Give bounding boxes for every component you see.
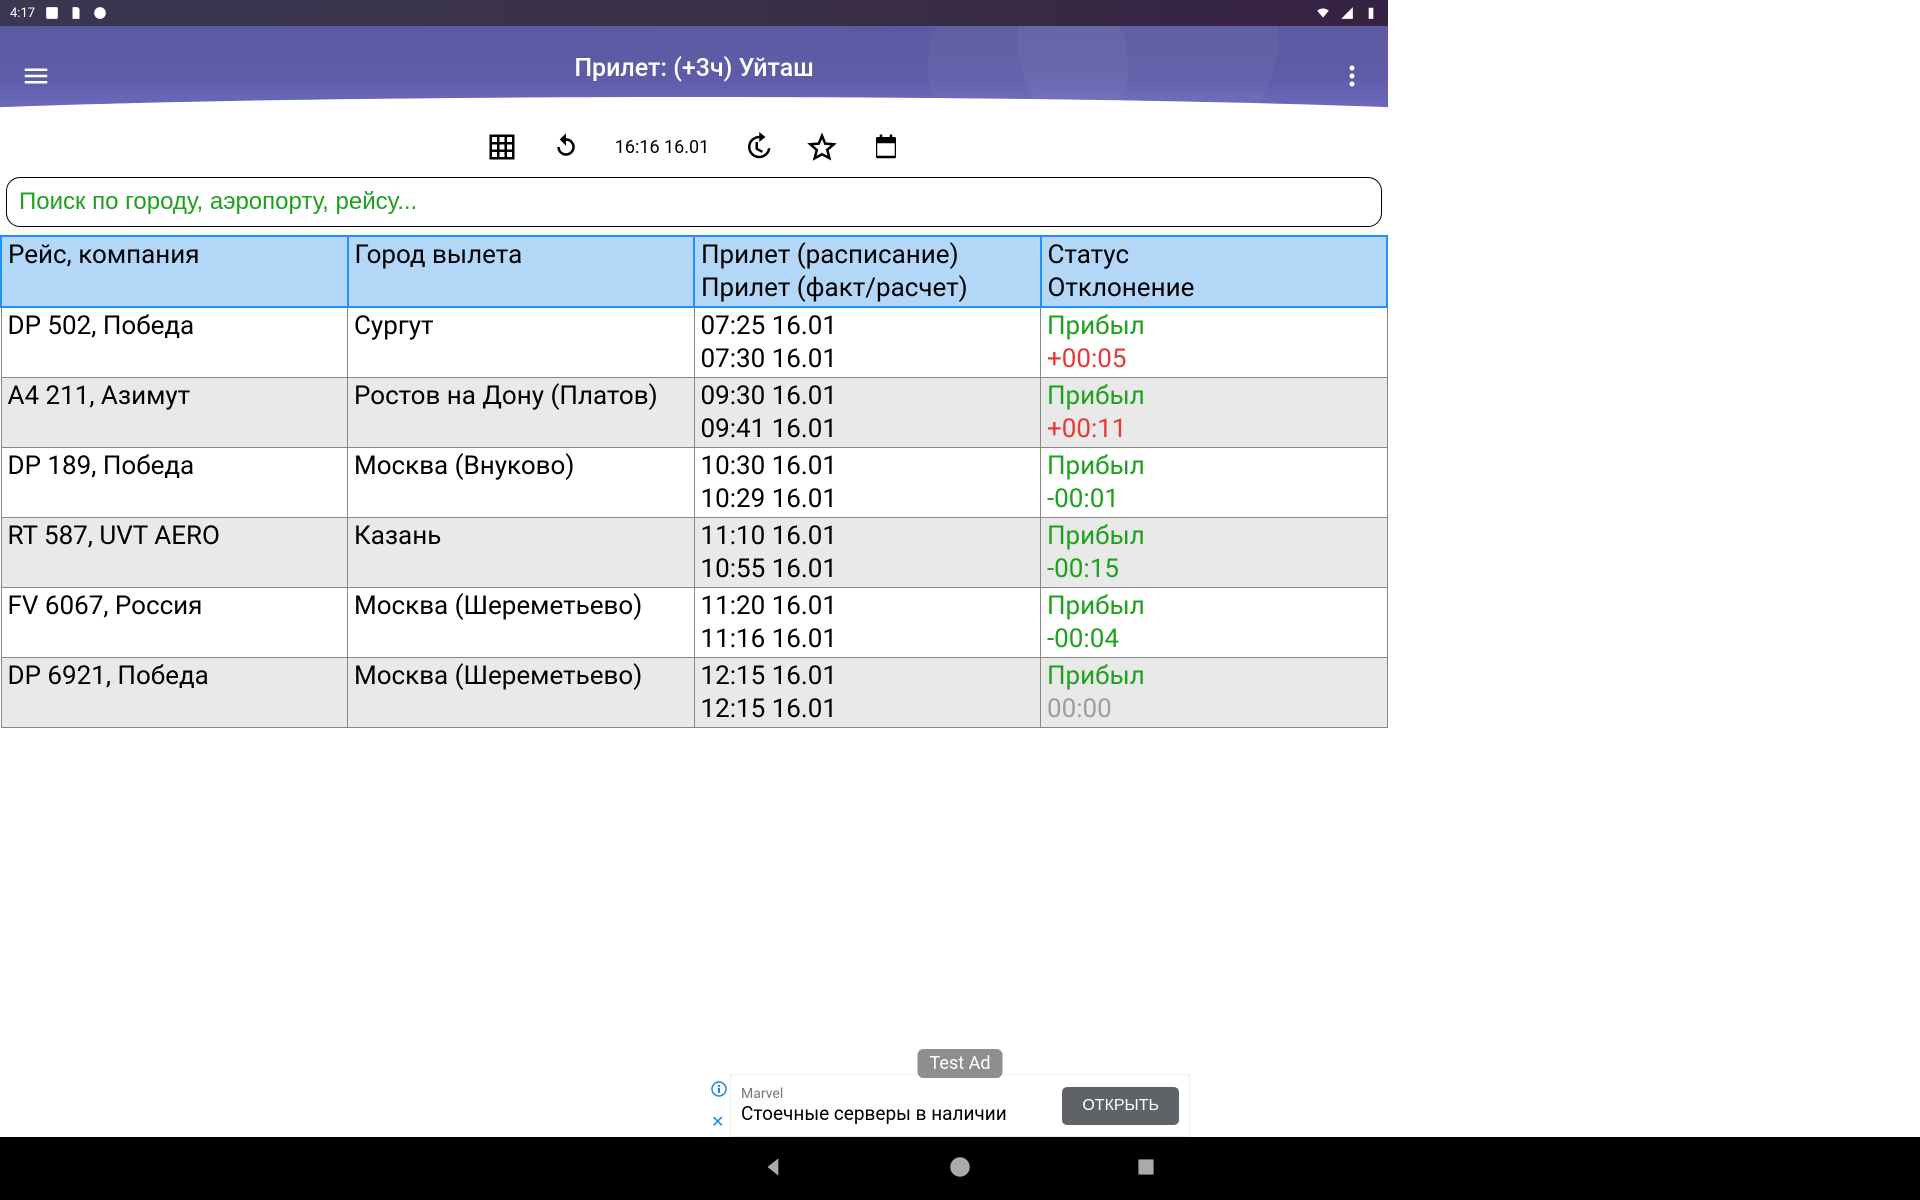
cell-status: Прибыл+00:11 [1041, 378, 1388, 448]
ad-subtitle: Стоечные серверы в наличии [741, 1102, 1062, 1125]
signal-icon [1340, 6, 1354, 20]
recent-icon [1133, 1154, 1159, 1180]
cell-flight: FV 6067, Россия [1, 588, 348, 658]
android-navbar [0, 1137, 1920, 1200]
cell-origin: Ростов на Дону (Платов) [348, 378, 695, 448]
wifi-icon [1316, 6, 1330, 20]
table-row[interactable]: RT 587, UVT AEROКазань11:10 16.0110:55 1… [1, 518, 1387, 588]
cell-flight: DP 502, Победа [1, 307, 348, 378]
cell-times: 10:30 16.0110:29 16.01 [694, 448, 1041, 518]
search-input[interactable] [6, 177, 1382, 227]
moon-icon [93, 6, 107, 20]
ad-close-icon[interactable]: ✕ [711, 1114, 727, 1130]
cell-status: Прибыл00:00 [1041, 658, 1388, 728]
more-vert-icon [1348, 64, 1356, 88]
cell-flight: DP 189, Победа [1, 448, 348, 518]
appbar: Прилет: (+3ч) Уйташ [0, 26, 1388, 111]
history-icon[interactable] [743, 132, 773, 162]
cell-origin: Москва (Шереметьево) [348, 588, 695, 658]
cell-flight: RT 587, UVT AERO [1, 518, 348, 588]
sd-icon [69, 6, 83, 20]
cell-times: 09:30 16.0109:41 16.01 [694, 378, 1041, 448]
flights-table: Рейс, компания Город вылета Прилет (расп… [0, 235, 1388, 728]
cell-times: 11:10 16.0110:55 16.01 [694, 518, 1041, 588]
table-row[interactable]: DP 502, ПобедаСургут07:25 16.0107:30 16.… [1, 307, 1387, 378]
android-statusbar: 4:17 [0, 0, 1388, 26]
table-row[interactable]: A4 211, АзимутРостов на Дону (Платов)09:… [1, 378, 1387, 448]
ad-open-button[interactable]: ОТКРЫТЬ [1062, 1087, 1179, 1125]
cell-origin: Сургут [348, 307, 695, 378]
table-header-row: Рейс, компания Город вылета Прилет (расп… [1, 236, 1387, 307]
table-row[interactable]: DP 189, ПобедаМосква (Внуково)10:30 16.0… [1, 448, 1387, 518]
cell-times: 11:20 16.0111:16 16.01 [694, 588, 1041, 658]
ad-banner[interactable]: Test Ad ✕ Marvel Стоечные серверы в нали… [730, 1074, 1190, 1137]
grid-icon[interactable] [487, 132, 517, 162]
ad-banner-area: Test Ad ✕ Marvel Стоечные серверы в нали… [0, 1074, 1920, 1137]
back-icon [761, 1154, 787, 1180]
cell-origin: Москва (Шереметьево) [348, 658, 695, 728]
overflow-menu-button[interactable] [1332, 56, 1372, 96]
cell-origin: Казань [348, 518, 695, 588]
header-time[interactable]: Прилет (расписание) Прилет (факт/расчет) [694, 236, 1041, 307]
page-title: Прилет: (+3ч) Уйташ [0, 54, 1388, 83]
home-icon [947, 1154, 973, 1180]
header-origin[interactable]: Город вылета [348, 236, 695, 307]
ad-title: Marvel [741, 1086, 1062, 1102]
star-icon[interactable] [807, 132, 837, 162]
cell-status: Прибыл+00:05 [1041, 307, 1388, 378]
calendar-icon[interactable] [871, 132, 901, 162]
nav-home-button[interactable] [947, 1154, 973, 1184]
cell-origin: Москва (Внуково) [348, 448, 695, 518]
table-row[interactable]: DP 6921, ПобедаМосква (Шереметьево)12:15… [1, 658, 1387, 728]
toolbar: 16:16 16.01 [0, 125, 1388, 169]
test-ad-label: Test Ad [918, 1049, 1003, 1078]
keyboard-icon [45, 6, 59, 20]
ad-info-icon[interactable] [711, 1081, 727, 1097]
cell-flight: DP 6921, Победа [1, 658, 348, 728]
refresh-icon[interactable] [551, 132, 581, 162]
refresh-time: 16:16 16.01 [615, 137, 710, 158]
status-time: 4:17 [10, 6, 35, 21]
cell-times: 12:15 16.0112:15 16.01 [694, 658, 1041, 728]
nav-recent-button[interactable] [1133, 1154, 1159, 1184]
cell-status: Прибыл-00:15 [1041, 518, 1388, 588]
cell-status: Прибыл-00:04 [1041, 588, 1388, 658]
cell-status: Прибыл-00:01 [1041, 448, 1388, 518]
cell-times: 07:25 16.0107:30 16.01 [694, 307, 1041, 378]
table-row[interactable]: FV 6067, РоссияМосква (Шереметьево)11:20… [1, 588, 1387, 658]
battery-icon [1364, 6, 1378, 20]
nav-back-button[interactable] [761, 1154, 787, 1184]
cell-flight: A4 211, Азимут [1, 378, 348, 448]
header-status[interactable]: Статус Отклонение [1041, 236, 1388, 307]
header-flight[interactable]: Рейс, компания [1, 236, 348, 307]
